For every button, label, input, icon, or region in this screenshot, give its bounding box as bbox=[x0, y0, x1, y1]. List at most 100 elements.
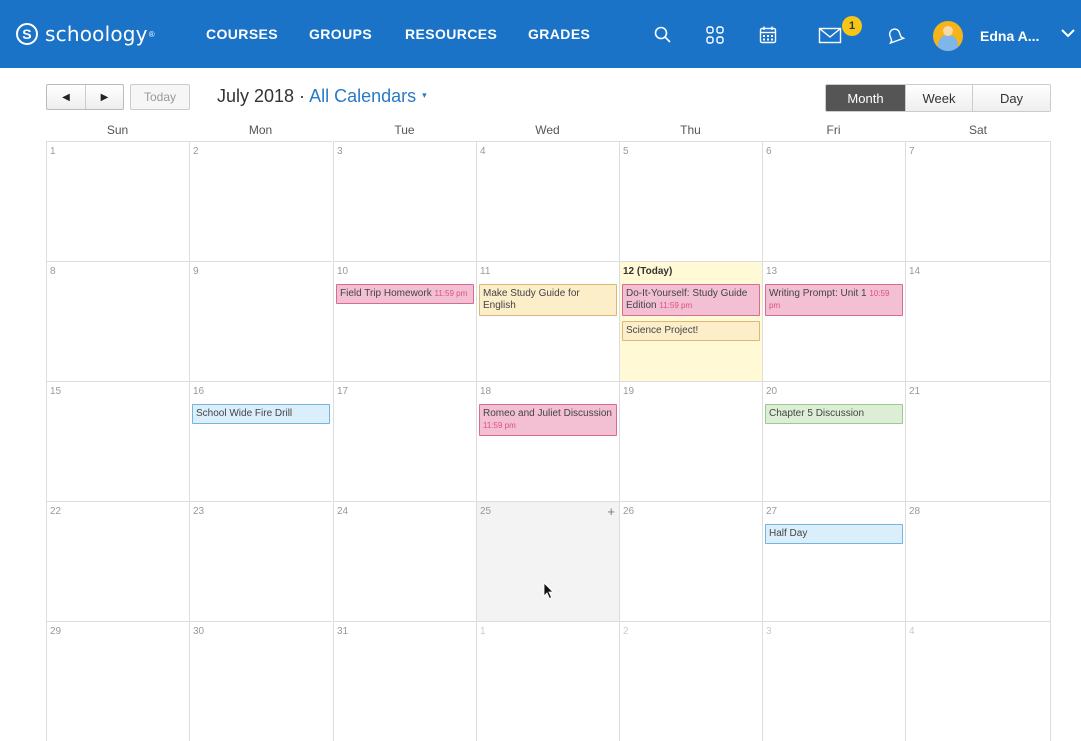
nav-courses[interactable]: COURSES bbox=[206, 26, 278, 42]
day-cell[interactable]: 23 bbox=[189, 501, 332, 621]
chevron-down-icon[interactable] bbox=[1060, 26, 1076, 45]
calendar-event[interactable]: School Wide Fire Drill bbox=[192, 404, 330, 424]
calendar-event[interactable]: Writing Prompt: Unit 1 10:59 pm bbox=[765, 284, 903, 316]
day-number: 17 bbox=[337, 386, 349, 397]
day-number: 14 bbox=[909, 266, 921, 277]
nav-grades[interactable]: GRADES bbox=[528, 26, 590, 42]
nav-resources[interactable]: RESOURCES bbox=[405, 26, 497, 42]
event-title: Make Study Guide for English bbox=[483, 288, 580, 311]
view-week-button[interactable]: Week bbox=[905, 85, 972, 111]
day-cell[interactable]: 15 bbox=[46, 381, 189, 501]
day-cell[interactable]: 1 bbox=[476, 621, 619, 741]
today-button[interactable]: Today bbox=[130, 84, 190, 110]
day-number: 6 bbox=[766, 146, 772, 157]
day-number: 9 bbox=[193, 266, 199, 277]
top-navigation-bar: schoology ® COURSES GROUPS RESOURCES GRA… bbox=[0, 0, 1081, 68]
day-cell[interactable]: 17 bbox=[333, 381, 476, 501]
search-icon[interactable] bbox=[650, 22, 676, 48]
calendar-event[interactable]: Half Day bbox=[765, 524, 903, 544]
day-cell[interactable]: 6 bbox=[762, 141, 905, 261]
mail-icon[interactable] bbox=[817, 22, 843, 48]
calendar-filter-dropdown[interactable]: All Calendars bbox=[309, 86, 416, 106]
day-cell[interactable]: 2 bbox=[619, 621, 762, 741]
calendar-event[interactable]: Field Trip Homework 11:59 pm bbox=[336, 284, 474, 304]
day-cell[interactable]: 12 (Today) Do-It-Yourself: Study Guide Ed… bbox=[619, 261, 762, 381]
day-number: 16 bbox=[193, 386, 205, 397]
day-cell[interactable]: 28 bbox=[905, 501, 1051, 621]
day-number: 31 bbox=[337, 626, 349, 637]
day-cell[interactable]: 2 bbox=[189, 141, 332, 261]
day-cell[interactable]: 10 Field Trip Homework 11:59 pm bbox=[333, 261, 476, 381]
day-cell[interactable]: 9 bbox=[189, 261, 332, 381]
day-cell[interactable]: 11 Make Study Guide for English bbox=[476, 261, 619, 381]
day-number: 22 bbox=[50, 506, 62, 517]
event-title: Chapter 5 Discussion bbox=[769, 408, 865, 419]
day-cell[interactable]: 14 bbox=[905, 261, 1051, 381]
day-number: 3 bbox=[337, 146, 343, 157]
day-number: 23 bbox=[193, 506, 205, 517]
day-number: 7 bbox=[909, 146, 915, 157]
day-number: 13 bbox=[766, 266, 778, 277]
day-cell[interactable]: 24 bbox=[333, 501, 476, 621]
next-month-button[interactable]: ▶ bbox=[85, 85, 123, 109]
day-cell[interactable]: 25 + bbox=[476, 501, 619, 621]
mail-unread-badge: 1 bbox=[842, 16, 862, 36]
day-cell[interactable]: 5 bbox=[619, 141, 762, 261]
weekday-header-sat: Sat bbox=[968, 123, 987, 137]
caret-down-icon[interactable]: ▾ bbox=[422, 90, 427, 100]
view-month-button[interactable]: Month bbox=[826, 85, 905, 111]
calendar-event[interactable]: Do-It-Yourself: Study Guide Edition 11:5… bbox=[622, 284, 760, 316]
day-cell[interactable]: 8 bbox=[46, 261, 189, 381]
day-cell[interactable]: 1 bbox=[46, 141, 189, 261]
day-cell[interactable]: 7 bbox=[905, 141, 1051, 261]
day-cell[interactable]: 16 School Wide Fire Drill bbox=[189, 381, 332, 501]
day-cell[interactable]: 13 Writing Prompt: Unit 1 10:59 pm bbox=[762, 261, 905, 381]
calendar-event[interactable]: Chapter 5 Discussion bbox=[765, 404, 903, 424]
day-number: 2 bbox=[193, 146, 199, 157]
weekday-header-fri: Fri bbox=[826, 123, 841, 137]
day-cell[interactable]: 31 bbox=[333, 621, 476, 741]
day-number: 10 bbox=[337, 266, 349, 277]
day-cell[interactable]: 27 Half Day bbox=[762, 501, 905, 621]
calendar-event[interactable]: Science Project! bbox=[622, 321, 760, 341]
day-cell[interactable]: 30 bbox=[189, 621, 332, 741]
event-title: Writing Prompt: Unit 1 bbox=[769, 288, 867, 299]
apps-grid-icon[interactable] bbox=[702, 22, 728, 48]
day-cell[interactable]: 19 bbox=[619, 381, 762, 501]
logo-trademark: ® bbox=[148, 29, 155, 39]
day-cell[interactable]: 18 Romeo and Juliet Discussion 11:59 pm bbox=[476, 381, 619, 501]
day-cell[interactable]: 21 bbox=[905, 381, 1051, 501]
day-number: 18 bbox=[480, 386, 492, 397]
previous-month-button[interactable]: ◀ bbox=[47, 85, 85, 109]
day-number: 25 bbox=[480, 506, 492, 517]
weekday-header-thu: Thu bbox=[680, 123, 701, 137]
day-number: 15 bbox=[50, 386, 62, 397]
calendar-event[interactable]: Make Study Guide for English bbox=[479, 284, 617, 316]
weekday-header-sun: Sun bbox=[106, 123, 129, 137]
day-cell[interactable]: 22 bbox=[46, 501, 189, 621]
day-cell[interactable]: 4 bbox=[905, 621, 1051, 741]
event-title: Half Day bbox=[769, 528, 808, 539]
day-number: 26 bbox=[623, 506, 635, 517]
day-cell[interactable]: 29 bbox=[46, 621, 189, 741]
calendar-icon[interactable] bbox=[755, 22, 781, 48]
day-cell[interactable]: 3 bbox=[333, 141, 476, 261]
schoology-logo[interactable]: schoology ® bbox=[16, 22, 155, 46]
day-number: 2 bbox=[623, 626, 629, 637]
bell-icon[interactable] bbox=[882, 22, 908, 48]
day-number: 5 bbox=[623, 146, 629, 157]
view-day-button[interactable]: Day bbox=[972, 85, 1050, 111]
day-number: 21 bbox=[909, 386, 921, 397]
prev-next-group: ◀ ▶ bbox=[46, 84, 124, 110]
calendar-event[interactable]: Romeo and Juliet Discussion 11:59 pm bbox=[479, 404, 617, 436]
day-cell[interactable]: 26 bbox=[619, 501, 762, 621]
calendar-title: July 2018 · All Calendars ▾ bbox=[217, 86, 427, 107]
day-cell[interactable]: 4 bbox=[476, 141, 619, 261]
user-name[interactable]: Edna A... bbox=[980, 28, 1039, 44]
day-cell[interactable]: 20 Chapter 5 Discussion bbox=[762, 381, 905, 501]
nav-groups[interactable]: GROUPS bbox=[309, 26, 372, 42]
user-avatar[interactable] bbox=[933, 21, 963, 51]
day-cell[interactable]: 3 bbox=[762, 621, 905, 741]
day-number: 30 bbox=[193, 626, 205, 637]
add-event-icon[interactable]: + bbox=[607, 504, 615, 519]
